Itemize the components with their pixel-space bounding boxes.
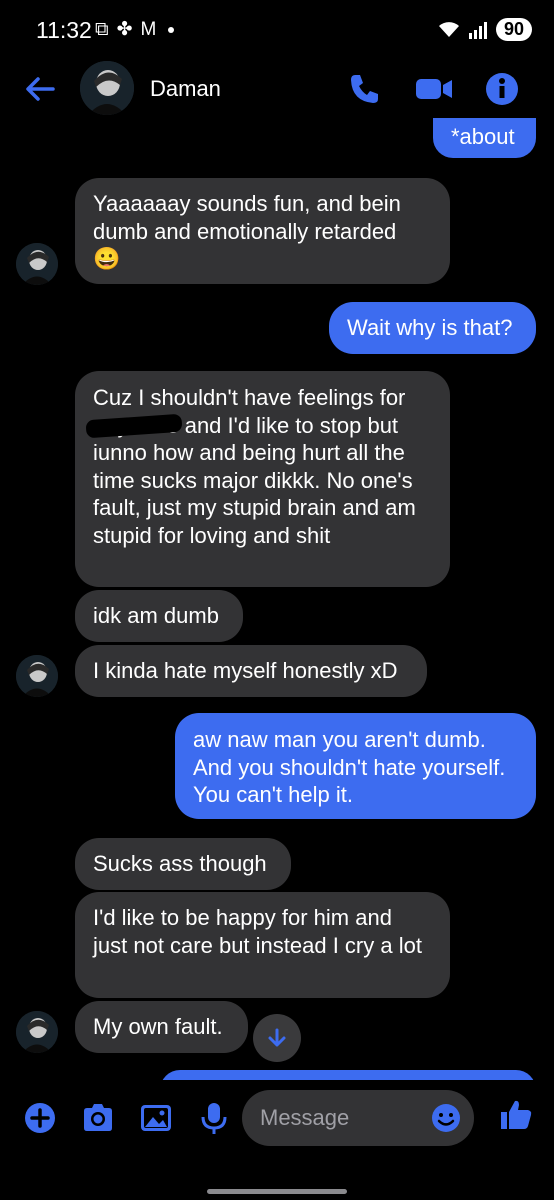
plus-icon[interactable] bbox=[22, 1100, 58, 1136]
message-bubble-received[interactable]: Yaaaaaay sounds fun, and bein dumb and e… bbox=[75, 178, 450, 284]
phone-icon[interactable] bbox=[346, 71, 382, 107]
contact-avatar[interactable] bbox=[80, 61, 134, 115]
emoji-icon[interactable] bbox=[430, 1102, 462, 1134]
camera-icon[interactable] bbox=[80, 1100, 116, 1136]
thumbs-up-icon[interactable] bbox=[498, 1097, 534, 1133]
message-bubble-received[interactable]: Sucks ass though bbox=[75, 838, 291, 890]
home-indicator bbox=[207, 1189, 347, 1194]
message-bubble-received[interactable]: idk am dumb bbox=[75, 590, 243, 642]
message-input[interactable]: Message bbox=[242, 1090, 474, 1146]
status-bar: 11:32 ⧉ ✤ M 90 bbox=[0, 0, 554, 62]
microphone-icon[interactable] bbox=[196, 1100, 232, 1136]
contact-name[interactable]: Daman bbox=[150, 76, 221, 102]
message-bubble-sent[interactable]: Wait why is that? bbox=[329, 302, 536, 354]
contact-avatar-small[interactable] bbox=[16, 1011, 58, 1053]
back-arrow-icon[interactable] bbox=[22, 71, 58, 107]
message-composer: Message bbox=[0, 1080, 554, 1160]
contact-avatar-small[interactable] bbox=[16, 655, 58, 697]
pinwheel-icon: ✤ bbox=[116, 19, 133, 40]
video-call-icon[interactable] bbox=[414, 71, 454, 107]
message-bubble-received[interactable]: I'd like to be happy for him and just no… bbox=[75, 892, 450, 998]
signal-icon bbox=[468, 21, 487, 39]
contact-avatar-small[interactable] bbox=[16, 243, 58, 285]
wifi-icon bbox=[438, 21, 459, 37]
screenshot-icon: ⧉ bbox=[95, 18, 109, 40]
scroll-to-bottom-button[interactable] bbox=[253, 1014, 301, 1062]
message-bubble-sent[interactable]: aw naw man you aren't dumb. And you shou… bbox=[175, 713, 536, 819]
battery-indicator: 90 bbox=[495, 18, 532, 41]
gmail-icon: M bbox=[140, 18, 157, 40]
message-bubble-received[interactable]: I kinda hate myself honestly xD bbox=[75, 645, 427, 697]
gallery-icon[interactable] bbox=[138, 1100, 174, 1136]
message-bubble-received[interactable]: My own fault. bbox=[75, 1001, 248, 1053]
info-icon[interactable] bbox=[484, 71, 520, 107]
message-bubble-sent[interactable]: *about bbox=[433, 118, 536, 158]
messenger-screen: 11:32 ⧉ ✤ M 90 Daman *about Yaaaaaay sou… bbox=[0, 0, 554, 1200]
chat-header: Daman bbox=[0, 55, 554, 125]
message-bubble-received[interactable]: Cuz I shouldn't have feelings for anymor… bbox=[75, 371, 450, 587]
message-input-placeholder: Message bbox=[260, 1105, 350, 1130]
arrow-down-icon bbox=[268, 1028, 286, 1047]
status-time: 11:32 bbox=[36, 17, 92, 43]
more-notifications-icon bbox=[168, 26, 175, 33]
